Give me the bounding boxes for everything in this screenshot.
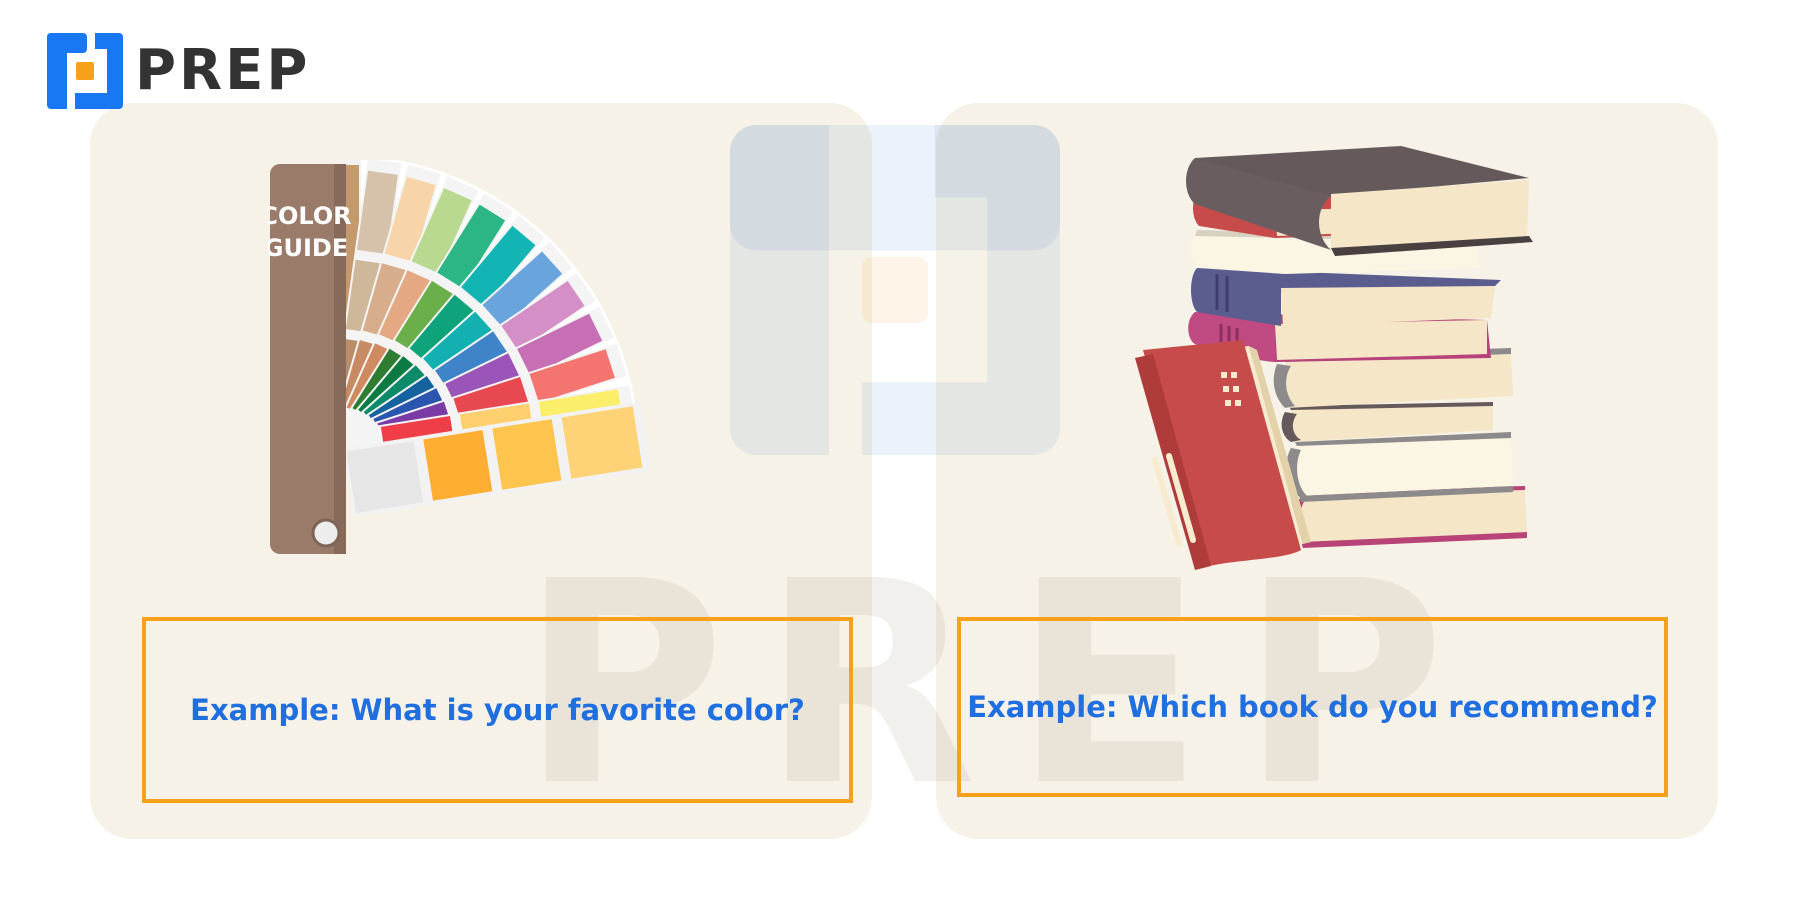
example-box-favorite-color: Example: What is your favorite color? [142, 617, 853, 803]
color-guide-label-1: COLOR [268, 202, 352, 230]
brand-name: PREP [135, 38, 311, 103]
example-text-book-recommend: Example: Which book do you recommend? [967, 690, 1658, 724]
color-guide-swatch-fan-icon: COLOR GUIDE [268, 160, 651, 554]
brand-logo: PREP [47, 33, 310, 109]
color-guide-label-2: GUIDE [268, 234, 348, 262]
example-text-favorite-color: Example: What is your favorite color? [190, 693, 805, 727]
prep-logo-icon [47, 33, 123, 109]
example-box-book-recommend: Example: Which book do you recommend? [957, 617, 1668, 797]
book-stack-icon [1135, 146, 1533, 570]
